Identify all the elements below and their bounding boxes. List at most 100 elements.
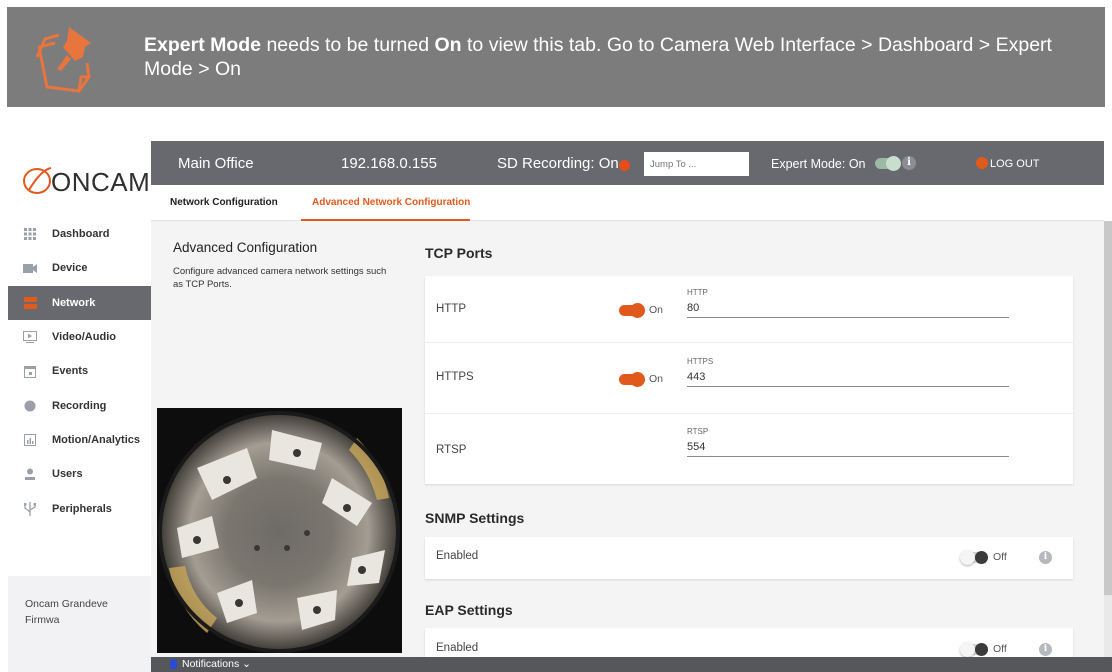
toggle-knob-handle: [960, 642, 975, 657]
toggle-knob: [886, 156, 901, 171]
play-icon: [22, 330, 38, 344]
notifications-label[interactable]: Notifications ⌄: [182, 658, 251, 670]
tcp-row-rtsp: RTSP RTSP: [425, 414, 1073, 484]
sub-tabs: Network Configuration Advanced Network C…: [151, 185, 1104, 221]
https-toggle-label: On: [649, 373, 664, 385]
logo-text: ONCAM: [51, 167, 151, 197]
tcp-ports-heading: TCP Ports: [425, 245, 493, 261]
eap-toggle-label: Off: [993, 643, 1007, 655]
usb-icon: [22, 501, 38, 516]
sidebar-item-label: Events: [52, 365, 89, 378]
sidebar-item-label: Peripherals: [52, 502, 112, 515]
sidebar-item-network[interactable]: Network: [8, 285, 151, 320]
eap-settings-heading: EAP Settings: [425, 602, 513, 618]
sidebar-item-label: Dashboard: [52, 228, 110, 241]
firmware-text: Oncam Grandeve Firmwa: [25, 598, 108, 626]
expert-mode-status: Expert Mode: On: [771, 157, 866, 171]
oncam-logo-mark-icon: [23, 167, 52, 194]
http-field-label: HTTP: [687, 288, 708, 297]
jump-to-input[interactable]: [644, 152, 749, 176]
logout-icon[interactable]: [976, 157, 988, 169]
section-heading: Advanced Configuration: [173, 240, 318, 255]
tab-advanced-network-configuration[interactable]: Advanced Network Configuration: [312, 197, 470, 208]
tcp-row-https: HTTPS On HTTPS: [425, 343, 1073, 414]
sidebar-item-label: Recording: [52, 399, 107, 412]
firmware-panel: Oncam Grandeve Firmwa: [8, 576, 151, 672]
logout-button[interactable]: LOG OUT: [990, 158, 1040, 170]
row-label: RTSP: [436, 444, 467, 456]
banner-message: Expert Mode needs to be turned On to vie…: [144, 34, 1052, 80]
expert-mode-toggle[interactable]: [875, 156, 901, 171]
bell-icon: [170, 659, 177, 669]
rtsp-port-input[interactable]: [687, 437, 1009, 457]
sidebar-item-label: Video/Audio: [52, 331, 116, 344]
snmp-card: Enabled Off i: [425, 537, 1073, 579]
eap-toggle[interactable]: [960, 642, 988, 657]
record-icon: [22, 399, 38, 413]
sidebar-item-peripherals[interactable]: Peripherals: [8, 491, 151, 525]
calendar-icon: [22, 364, 38, 378]
grid-icon: [22, 227, 38, 241]
notifications-bar[interactable]: Notifications ⌄: [151, 657, 1112, 672]
pinned-note-icon: [35, 27, 91, 93]
sidebar-item-label: Device: [52, 262, 88, 275]
sidebar: ONCAM Dashboard Device Network Video/Aud…: [8, 141, 151, 672]
tcp-ports-card: HTTP On HTTP HTTPS On HTTPS RTSP RTSP: [425, 276, 1073, 484]
fisheye-camera-preview[interactable]: [157, 408, 402, 653]
expert-mode-banner: Expert Mode needs to be turned On to vie…: [7, 7, 1105, 107]
main-content: Advanced Configuration Configure advance…: [151, 221, 1104, 657]
snmp-toggle-label: Off: [993, 551, 1007, 563]
sidebar-nav: Dashboard Device Network Video/Audio Eve…: [8, 217, 151, 526]
toggle-knob: [975, 551, 988, 564]
eap-info-icon[interactable]: i: [1039, 643, 1052, 656]
sidebar-item-label: Motion/Analytics: [52, 433, 141, 446]
top-bar: Main Office 192.168.0.155 SD Recording: …: [151, 141, 1104, 185]
camera-ip: 192.168.0.155: [341, 155, 437, 172]
content-scrollbar[interactable]: [1104, 221, 1112, 657]
user-icon: [22, 467, 38, 481]
sidebar-item-dashboard[interactable]: Dashboard: [8, 217, 151, 251]
section-description: Configure advanced camera network settin…: [173, 266, 387, 290]
recording-dot-icon: [619, 160, 630, 171]
sidebar-item-video-audio[interactable]: Video/Audio: [8, 320, 151, 354]
row-label: HTTP: [436, 303, 467, 315]
sidebar-item-device[interactable]: Device: [8, 251, 151, 285]
info-icon[interactable]: i: [902, 156, 916, 170]
http-port-input[interactable]: [687, 298, 1009, 318]
sidebar-item-users[interactable]: Users: [8, 457, 151, 491]
sidebar-item-label: Network: [52, 296, 96, 309]
snmp-toggle[interactable]: [960, 550, 988, 565]
sidebar-item-events[interactable]: Events: [8, 354, 151, 388]
camera-icon: [22, 261, 38, 275]
eap-card: Enabled Off i: [425, 628, 1073, 657]
snmp-enabled-label: Enabled: [436, 550, 479, 562]
oncam-logo[interactable]: ONCAM: [21, 162, 150, 198]
row-label: HTTPS: [436, 371, 474, 383]
fisheye-image: [157, 408, 402, 653]
sidebar-item-label: Users: [52, 468, 83, 481]
http-toggle[interactable]: [619, 303, 645, 318]
snmp-info-icon[interactable]: i: [1039, 551, 1052, 564]
camera-web-interface: ONCAM Dashboard Device Network Video/Aud…: [8, 141, 1112, 672]
https-port-input[interactable]: [687, 367, 1009, 387]
toggle-knob: [630, 372, 645, 387]
toggle-knob-handle: [960, 550, 975, 565]
sidebar-item-recording[interactable]: Recording: [8, 388, 151, 422]
eap-enabled-label: Enabled: [436, 642, 479, 654]
tab-network-configuration[interactable]: Network Configuration: [170, 197, 278, 208]
site-name: Main Office: [178, 155, 254, 172]
sidebar-item-motion-analytics[interactable]: Motion/Analytics: [8, 423, 151, 457]
network-icon: [22, 296, 38, 310]
toggle-knob: [975, 643, 988, 656]
https-toggle[interactable]: [619, 372, 645, 387]
snmp-settings-heading: SNMP Settings: [425, 510, 525, 526]
rtsp-field-label: RTSP: [687, 427, 709, 436]
https-field-label: HTTPS: [687, 357, 714, 366]
http-toggle-label: On: [649, 304, 664, 316]
scrollbar-thumb[interactable]: [1104, 221, 1112, 595]
tcp-row-http: HTTP On HTTP: [425, 276, 1073, 343]
chart-icon: [22, 433, 38, 447]
sd-recording-status: SD Recording: On: [497, 155, 619, 172]
chevron-down-icon: ⌄: [242, 658, 251, 670]
toggle-knob: [630, 303, 645, 318]
